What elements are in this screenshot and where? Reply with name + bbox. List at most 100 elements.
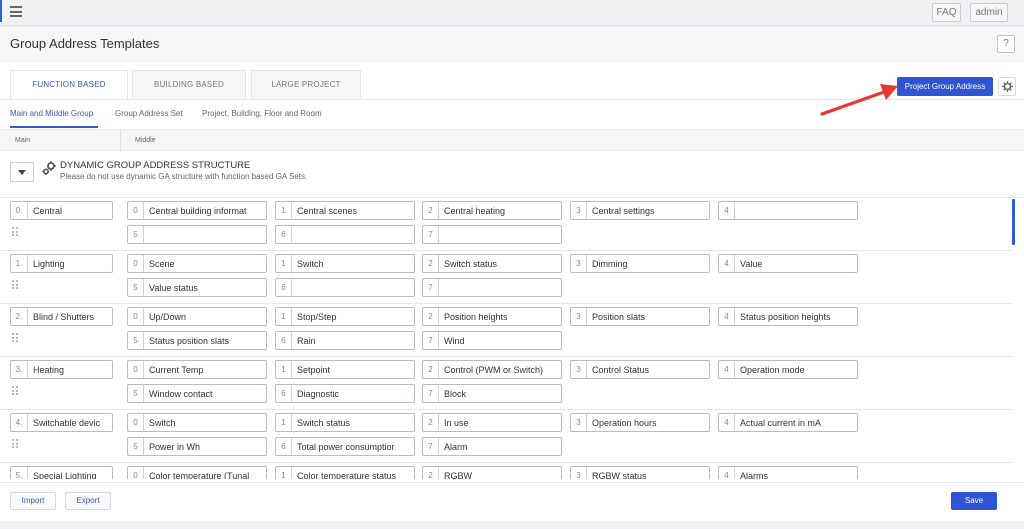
middle-group-field[interactable]: 2 In use — [422, 413, 562, 432]
main-group-field[interactable]: 2. Blind / Shutters — [10, 307, 113, 326]
middle-group-field[interactable]: 0 Up/Down — [127, 307, 267, 326]
drag-handle-icon[interactable] — [12, 439, 20, 448]
middle-group-field[interactable]: 0 Current Temp — [127, 360, 267, 379]
middle-group-field[interactable]: 0 Color temperature (Tunal — [127, 466, 267, 479]
middle-group-field[interactable]: 2 Switch status — [422, 254, 562, 273]
middle-group-field[interactable]: 3 Central settings — [570, 201, 710, 220]
middle-group-field[interactable]: 1 Switch status — [275, 413, 415, 432]
middle-group-field[interactable]: 5 Value status — [127, 278, 267, 297]
middle-group-number: 1 — [276, 255, 292, 272]
middle-group-field[interactable]: 5 Power in Wh — [127, 437, 267, 456]
middle-group-field[interactable]: 4 — [718, 201, 858, 220]
middle-group-field[interactable]: 2 Control (PWM or Switch) — [422, 360, 562, 379]
middle-group-number: 6 — [276, 226, 292, 243]
middle-group-field[interactable]: 6 Diagnostic — [275, 384, 415, 403]
middle-group-field[interactable]: 7 Wind — [422, 331, 562, 350]
middle-group-field[interactable]: 7 Block — [422, 384, 562, 403]
export-button[interactable]: Export — [65, 492, 111, 510]
middle-group-number: 3 — [571, 361, 587, 378]
main-group-field[interactable]: 4. Switchable devic — [10, 413, 113, 432]
drag-handle-icon[interactable] — [12, 386, 20, 395]
main-group-field[interactable]: 5. Special Lighting — [10, 466, 113, 479]
middle-group-field[interactable]: 4 Status position heights — [718, 307, 858, 326]
middle-group-field[interactable]: 6 — [275, 278, 415, 297]
middle-group-field[interactable]: 5 Status position slats — [127, 331, 267, 350]
middle-group-field[interactable]: 1 Central scenes — [275, 201, 415, 220]
middle-group-number: 1 — [276, 202, 292, 219]
middle-group-number: 1 — [276, 467, 292, 479]
middle-group-field[interactable]: 6 — [275, 225, 415, 244]
drag-handle-icon[interactable] — [12, 333, 20, 342]
project-group-address-button[interactable]: Project Group Address — [897, 77, 993, 96]
middle-group-name: Central settings — [592, 205, 655, 216]
page-header: Group Address Templates — [0, 27, 1024, 61]
main-group-field[interactable]: 3. Heating — [10, 360, 113, 379]
menu-icon[interactable] — [10, 6, 22, 17]
red-arrow-annotation — [820, 84, 898, 116]
middle-group-number: 5 — [128, 438, 144, 455]
middle-group-field[interactable]: 1 Setpoint — [275, 360, 415, 379]
middle-group-field[interactable]: 6 Total power consumptior — [275, 437, 415, 456]
main-group-field[interactable]: 0. Central — [10, 201, 113, 220]
middle-group-field[interactable]: 1 Stop/Step — [275, 307, 415, 326]
column-main-label: Main — [15, 137, 31, 144]
subtab-group-address-set[interactable]: Group Address Set — [115, 109, 183, 118]
middle-group-field[interactable]: 3 Position slats — [570, 307, 710, 326]
middle-group-number: 2 — [423, 361, 439, 378]
main-group-number: 3. — [11, 361, 28, 378]
faq-button[interactable]: FAQ — [932, 3, 961, 22]
save-button[interactable]: Save — [951, 492, 997, 510]
middle-group-field[interactable]: 3 RGBW status — [570, 466, 710, 479]
scrollbar[interactable] — [1012, 199, 1015, 245]
middle-group-field[interactable]: 4 Alarms — [718, 466, 858, 479]
middle-group-field[interactable]: 1 Switch — [275, 254, 415, 273]
middle-group-field[interactable]: 3 Control Status — [570, 360, 710, 379]
drag-handle-icon[interactable] — [12, 280, 20, 289]
middle-group-field[interactable]: 4 Operation mode — [718, 360, 858, 379]
middle-group-field[interactable]: 4 Actual current in mA — [718, 413, 858, 432]
middle-group-name: Central building informat — [149, 205, 247, 216]
middle-group-field[interactable]: 0 Scene — [127, 254, 267, 273]
middle-group-name: Position slats — [592, 311, 646, 322]
settings-button[interactable] — [998, 77, 1016, 96]
main-group-field[interactable]: 1. Lighting — [10, 254, 113, 273]
middle-group-field[interactable]: 5 Window contact — [127, 384, 267, 403]
tab-large-project[interactable]: LARGE PROJECT — [251, 70, 361, 98]
drag-handle-icon[interactable] — [12, 227, 20, 236]
admin-button[interactable]: admin — [970, 3, 1008, 22]
middle-group-field[interactable]: 1 Color temperature status — [275, 466, 415, 479]
middle-group-field[interactable]: 2 Position heights — [422, 307, 562, 326]
middle-group-field[interactable]: 4 Value — [718, 254, 858, 273]
help-button[interactable]: ? — [997, 35, 1015, 53]
middle-group-name: Alarm — [444, 441, 468, 452]
main-group-number: 2. — [11, 308, 28, 325]
middle-group-field[interactable]: 2 Central heating — [422, 201, 562, 220]
middle-group-name: Color temperature status — [297, 470, 397, 480]
middle-group-field[interactable]: 5 — [127, 225, 267, 244]
middle-group-name: Switch — [297, 258, 324, 269]
subtab-project-building[interactable]: Project, Building, Floor and Room — [202, 109, 322, 118]
middle-group-name: Value status — [149, 282, 198, 293]
middle-group-field[interactable]: 7 — [422, 278, 562, 297]
tab-function-based[interactable]: FUNCTION BASED — [10, 70, 128, 100]
middle-group-field[interactable]: 7 — [422, 225, 562, 244]
middle-group-number: 2 — [423, 414, 439, 431]
group-row: 1. Lighting 0 Scene 1 Switch 2 Switch status 3 Di… — [0, 251, 1012, 304]
import-button[interactable]: Import — [10, 492, 56, 510]
middle-group-field[interactable]: 2 RGBW — [422, 466, 562, 479]
tab-building-based[interactable]: BUILDING BASED — [132, 70, 246, 98]
dynamic-structure-toggle[interactable] — [10, 162, 34, 182]
middle-group-number: 4 — [719, 255, 735, 272]
middle-group-field[interactable]: 0 Central building informat — [127, 201, 267, 220]
middle-group-field[interactable]: 3 Operation hours — [570, 413, 710, 432]
top-accent — [0, 0, 2, 22]
middle-group-field[interactable]: 3 Dimming — [570, 254, 710, 273]
middle-group-name: Total power consumptior — [297, 441, 395, 452]
middle-group-field[interactable]: 6 Rain — [275, 331, 415, 350]
middle-group-field[interactable]: 0 Switch — [127, 413, 267, 432]
middle-group-name: RGBW — [444, 470, 472, 480]
middle-group-field[interactable]: 7 Alarm — [422, 437, 562, 456]
middle-group-name: Operation hours — [592, 417, 657, 428]
middle-group-number: 6 — [276, 385, 292, 402]
subtab-main-middle[interactable]: Main and Middle Group — [10, 109, 93, 118]
